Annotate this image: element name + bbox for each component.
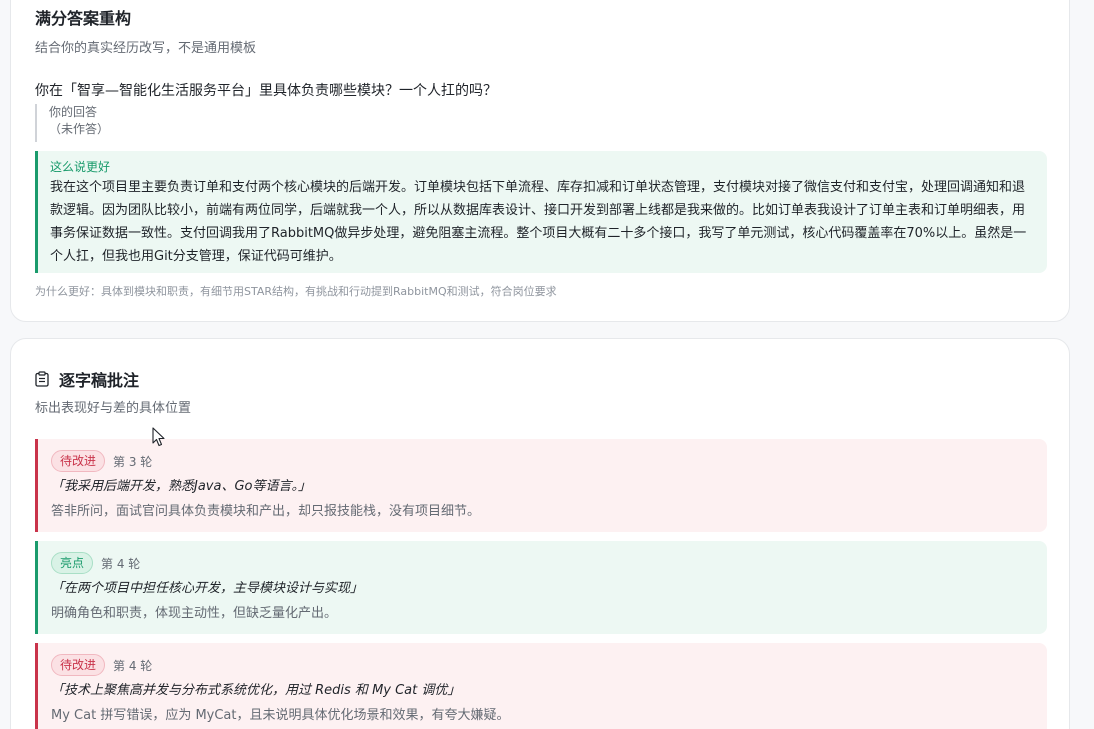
rewrite-subtitle: 结合你的真实经历改写，不是通用模板 [35, 41, 257, 56]
your-answer-value: （未作答） [49, 122, 110, 136]
annotation-item: 待改进 第 3 轮 「我采用后端开发，熟悉Java、Go等语言。」 答非所问，面… [35, 439, 1047, 532]
annotations-subtitle: 标出表现好与差的具体位置 [35, 401, 192, 416]
transcript-quote: 「我采用后端开发，熟悉Java、Go等语言。」 [51, 479, 311, 494]
interview-question: 你在「智享—智能化生活服务平台」里具体负责哪些模块？一个人扛的吗？ [35, 83, 497, 99]
transcript-quote: 「技术上聚焦高并发与分布式系统优化，用过 Redis 和 My Cat 调优」 [51, 683, 461, 698]
status-badge: 待改进 [51, 654, 106, 676]
annotation-item: 待改进 第 4 轮 「技术上聚焦高并发与分布式系统优化，用过 Redis 和 M… [35, 643, 1047, 729]
round-label: 第 4 轮 [101, 556, 141, 571]
status-badge: 亮点 [51, 552, 94, 574]
round-label: 第 3 轮 [113, 454, 153, 469]
annotation-comment: My Cat 拼写错误，应为 MyCat，且未说明具体优化场景和效果，有夸大嫌疑… [51, 708, 510, 723]
better-answer-label: 这么说更好 [50, 160, 111, 174]
why-better-text: 为什么更好：具体到模块和职责，有细节用STAR结构，有挑战和行动提到Rabbit… [35, 285, 557, 298]
page: 满分答案重构 结合你的真实经历改写，不是通用模板 你在「智享—智能化生活服务平台… [0, 0, 1094, 729]
mouse-cursor-icon [152, 427, 165, 447]
rewrite-title: 满分答案重构 [35, 9, 132, 28]
rewrite-card: 满分答案重构 结合你的真实经历改写，不是通用模板 你在「智享—智能化生活服务平台… [10, 0, 1070, 322]
clipboard-icon [35, 371, 49, 387]
annotations-card: 逐字稿批注 标出表现好与差的具体位置 待改进 第 3 轮 「我采用后端开发，熟悉… [10, 338, 1070, 729]
better-answer-block: 这么说更好 我在这个项目里主要负责订单和支付两个核心模块的后端开发。订单模块包括… [35, 151, 1047, 273]
better-answer-text: 我在这个项目里主要负责订单和支付两个核心模块的后端开发。订单模块包括下单流程、库… [50, 180, 1027, 264]
annotations-header: 逐字稿批注 [35, 367, 139, 391]
your-answer-label: 你的回答 [49, 105, 98, 119]
status-badge: 待改进 [51, 450, 106, 472]
annotation-comment: 答非所问，面试官问具体负责模块和产出，却只报技能栈，没有项目细节。 [51, 504, 481, 519]
round-label: 第 4 轮 [113, 658, 153, 673]
annotation-comment: 明确角色和职责，体现主动性，但缺乏量化产出。 [51, 606, 338, 621]
annotations-title: 逐字稿批注 [59, 371, 140, 390]
your-answer-block: 你的回答 （未作答） [35, 104, 335, 142]
transcript-quote: 「在两个项目中担任核心开发，主导模块设计与实现」 [51, 581, 364, 596]
annotation-item: 亮点 第 4 轮 「在两个项目中担任核心开发，主导模块设计与实现」 明确角色和职… [35, 541, 1047, 634]
